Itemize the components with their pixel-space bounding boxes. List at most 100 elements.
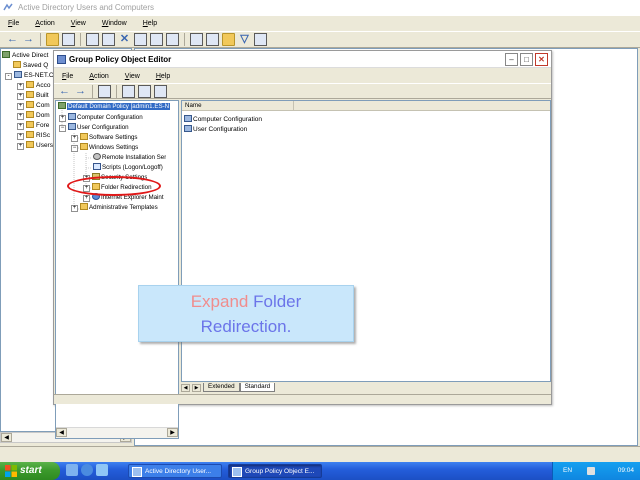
gpo-toolbar: ← →: [54, 83, 551, 99]
tree-item-root[interactable]: Default Domain Policy [admin1.ES-N: [58, 102, 171, 112]
expand-icon[interactable]: +: [83, 195, 90, 202]
tree-item-label: Dom: [36, 112, 50, 119]
show-tree-icon[interactable]: [62, 33, 75, 46]
computer-icon: [68, 113, 76, 120]
taskbar-button-gpo-editor[interactable]: Group Policy Object E...: [228, 464, 322, 478]
export-icon[interactable]: [138, 84, 151, 98]
expand-icon[interactable]: +: [71, 135, 78, 142]
menu-action[interactable]: Action: [87, 70, 110, 83]
tree-item-scripts[interactable]: Scripts (Logon/Logoff): [93, 163, 163, 173]
close-icon[interactable]: ✕: [535, 53, 548, 66]
scroll-left-icon[interactable]: ◀: [56, 428, 67, 437]
help-icon[interactable]: [166, 33, 179, 46]
computer-icon: [184, 115, 192, 122]
gpo-editor-window: Group Policy Object Editor – □ ✕ File Ac…: [53, 50, 552, 439]
expand-icon[interactable]: +: [17, 83, 24, 90]
back-icon[interactable]: ←: [58, 85, 71, 98]
folder-icon: [80, 143, 88, 150]
menu-view[interactable]: View: [123, 70, 142, 83]
tree-item-label: Windows Settings: [89, 144, 139, 151]
forward-icon[interactable]: →: [22, 33, 35, 46]
tree-item-label: Administrative Templates: [89, 204, 158, 211]
column-header-name[interactable]: Name: [182, 101, 294, 111]
new-ou-icon[interactable]: [222, 33, 235, 46]
clock[interactable]: 09:04: [618, 462, 634, 480]
gpo-tree-horizontal-scrollbar[interactable]: ◀ ▶: [56, 427, 178, 438]
collapse-icon[interactable]: −: [71, 145, 78, 152]
taskbar-button-ad-users[interactable]: Active Directory User...: [128, 464, 222, 478]
tree-item-label: Computer Configuration: [77, 114, 143, 121]
ad-title-bar[interactable]: Active Directory Users and Computers: [0, 0, 640, 16]
tree-item-computer-configuration[interactable]: + Computer Configuration: [59, 113, 143, 123]
list-item[interactable]: Computer Configuration: [184, 115, 262, 125]
tree-item-user-configuration[interactable]: − User Configuration: [59, 123, 129, 133]
new-group-icon[interactable]: [206, 33, 219, 46]
folder-icon: [13, 61, 21, 68]
filter-icon[interactable]: ▽: [238, 33, 251, 46]
menu-window[interactable]: Window: [100, 17, 129, 30]
taskbar-button-label: Active Directory User...: [145, 468, 212, 475]
collapse-icon[interactable]: −: [59, 125, 66, 132]
ad-menu-bar: File Action View Window Help: [0, 16, 640, 31]
tab-standard[interactable]: Standard: [239, 383, 276, 392]
list-item[interactable]: User Configuration: [184, 125, 247, 135]
settings-icon: [93, 153, 101, 160]
export-icon[interactable]: [150, 33, 163, 46]
gpo-app-icon: [57, 55, 66, 64]
tree-item-windows-settings[interactable]: − Windows Settings: [71, 143, 138, 153]
internet-explorer-icon[interactable]: [81, 464, 93, 476]
menu-action[interactable]: Action: [33, 17, 56, 30]
up-folder-icon[interactable]: [46, 33, 59, 46]
menu-help[interactable]: Help: [141, 17, 159, 30]
start-button[interactable]: start: [0, 462, 60, 480]
tree-item-remote-installation[interactable]: Remote Installation Ser: [93, 153, 166, 163]
tree-item-label: Remote Installation Ser: [102, 154, 167, 161]
show-tree-icon[interactable]: [98, 84, 111, 98]
tab-extended[interactable]: Extended: [203, 383, 240, 392]
menu-view[interactable]: View: [69, 17, 88, 30]
paste-icon[interactable]: [102, 33, 115, 46]
scroll-left-icon[interactable]: ◀: [1, 433, 12, 442]
expand-icon[interactable]: +: [71, 205, 78, 212]
script-icon: [93, 163, 101, 170]
system-tray: EN 09:04: [552, 462, 640, 480]
scroll-right-icon[interactable]: ▶: [167, 428, 178, 437]
gpo-app-icon: [232, 467, 242, 477]
expand-icon[interactable]: +: [17, 143, 24, 150]
policy-icon: [58, 102, 66, 109]
tree-item-software-settings[interactable]: + Software Settings: [71, 133, 138, 143]
back-icon[interactable]: ←: [6, 33, 19, 46]
network-icon[interactable]: [587, 467, 595, 475]
expand-icon[interactable]: +: [17, 113, 24, 120]
properties-icon[interactable]: [122, 84, 135, 98]
list-item-label: Computer Configuration: [193, 116, 263, 123]
expand-icon[interactable]: +: [17, 123, 24, 130]
expand-icon[interactable]: +: [59, 115, 66, 122]
menu-file[interactable]: File: [6, 17, 21, 30]
delete-icon[interactable]: ✕: [118, 33, 131, 46]
expand-icon[interactable]: +: [17, 93, 24, 100]
tab-scroll-left-icon[interactable]: ◀: [181, 384, 190, 392]
forward-icon[interactable]: →: [74, 85, 87, 98]
tab-scroll-right-icon[interactable]: ▶: [192, 384, 201, 392]
menu-file[interactable]: File: [60, 70, 75, 83]
expand-icon[interactable]: +: [17, 103, 24, 110]
new-user-icon[interactable]: [190, 33, 203, 46]
language-indicator[interactable]: EN: [563, 462, 572, 480]
find-icon[interactable]: [254, 33, 267, 46]
copy-icon[interactable]: [86, 33, 99, 46]
collapse-icon[interactable]: -: [5, 73, 12, 80]
help-icon[interactable]: [154, 84, 167, 98]
expand-icon[interactable]: +: [17, 133, 24, 140]
tree-item-administrative-templates[interactable]: + Administrative Templates: [71, 203, 158, 213]
maximize-icon[interactable]: □: [520, 53, 533, 66]
gpo-tree-pane[interactable]: Default Domain Policy [admin1.ES-N + Comp…: [55, 100, 179, 439]
menu-help[interactable]: Help: [154, 70, 172, 83]
show-desktop-icon[interactable]: [66, 464, 78, 476]
list-header: Name: [182, 101, 550, 111]
properties-icon[interactable]: [134, 33, 147, 46]
gpo-title-bar[interactable]: Group Policy Object Editor: [54, 51, 551, 68]
media-player-icon[interactable]: [96, 464, 108, 476]
minimize-icon[interactable]: –: [505, 53, 518, 66]
ad-toolbar: ← → ✕ ▽: [0, 31, 640, 48]
